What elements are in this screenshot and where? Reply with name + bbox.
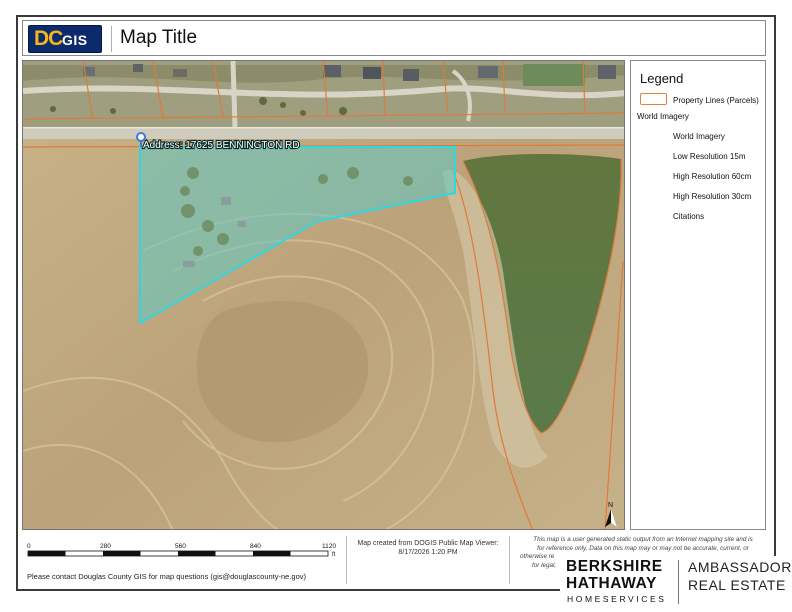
created-line-1: Map created from DOGIS Public Map Viewer… bbox=[357, 540, 499, 547]
logo-dc-text: DC bbox=[34, 27, 63, 50]
legend-item-world-imagery-group: World Imagery bbox=[637, 112, 689, 121]
bennington-road bbox=[23, 127, 624, 139]
map-header: DC GIS Map Title bbox=[22, 20, 766, 56]
legend-item-parcels: Property Lines (Parcels) bbox=[673, 96, 759, 105]
brand-berkshire: BERKSHIRE bbox=[566, 558, 663, 575]
address-label: Address: 17625 BENNINGTON RD bbox=[143, 140, 300, 151]
scale-tick-0: 0 bbox=[27, 543, 31, 550]
north-label: N bbox=[608, 502, 613, 509]
brand-homeservices: HOMESERVICES bbox=[567, 594, 667, 604]
disclaimer-line-2: for reference only. Data on this map may… bbox=[537, 544, 749, 552]
created-line-2: 8/17/2026 1:20 PM bbox=[398, 549, 458, 556]
legend-item-high-res-60cm: High Resolution 60cm bbox=[673, 172, 752, 181]
legend-item-citations: Citations bbox=[673, 212, 705, 221]
legend-panel: Legend Property Lines (Parcels) World Im… bbox=[630, 60, 766, 530]
scale-bar-graphic: 0 280 560 840 1120 ft bbox=[27, 543, 336, 558]
contact-text: Please contact Douglas County GIS for ma… bbox=[27, 572, 307, 581]
parcel-swatch bbox=[640, 93, 667, 105]
map-view[interactable]: Address: 17625 BENNINGTON RD N bbox=[22, 60, 625, 530]
legend-item-low-res-15m: Low Resolution 15m bbox=[673, 152, 746, 161]
brand-ambassador: AMBASSADOR bbox=[688, 559, 792, 575]
brand-real-estate: REAL ESTATE bbox=[688, 577, 786, 593]
header-divider bbox=[111, 26, 112, 52]
dcgis-logo: DC GIS bbox=[28, 25, 102, 53]
brand-hathaway: HATHAWAY bbox=[566, 575, 657, 592]
legend-item-high-res-30cm: High Resolution 30cm bbox=[673, 192, 752, 201]
scale-tick-1120: 1120 bbox=[322, 543, 336, 550]
legend-title: Legend bbox=[640, 71, 684, 86]
brand-divider bbox=[678, 560, 679, 604]
brokerage-logo: BERKSHIRE HATHAWAY HOMESERVICES AMBASSAD… bbox=[560, 556, 792, 612]
disclaimer-line-1: This map is a user generated static outp… bbox=[533, 536, 753, 543]
aerial-map: Address: 17625 BENNINGTON RD N bbox=[23, 61, 624, 529]
scale-tick-840: 840 bbox=[250, 543, 261, 550]
map-created-info: Map created from DOGIS Public Map Viewer… bbox=[346, 536, 510, 584]
map-title: Map Title bbox=[120, 27, 198, 48]
logo-gis-text: GIS bbox=[62, 32, 88, 48]
legend-item-world-imagery: World Imagery bbox=[673, 132, 725, 141]
scale-tick-280: 280 bbox=[100, 543, 111, 550]
scale-unit: ft bbox=[332, 552, 336, 558]
scale-tick-560: 560 bbox=[175, 543, 186, 550]
road-edge bbox=[23, 127, 624, 129]
